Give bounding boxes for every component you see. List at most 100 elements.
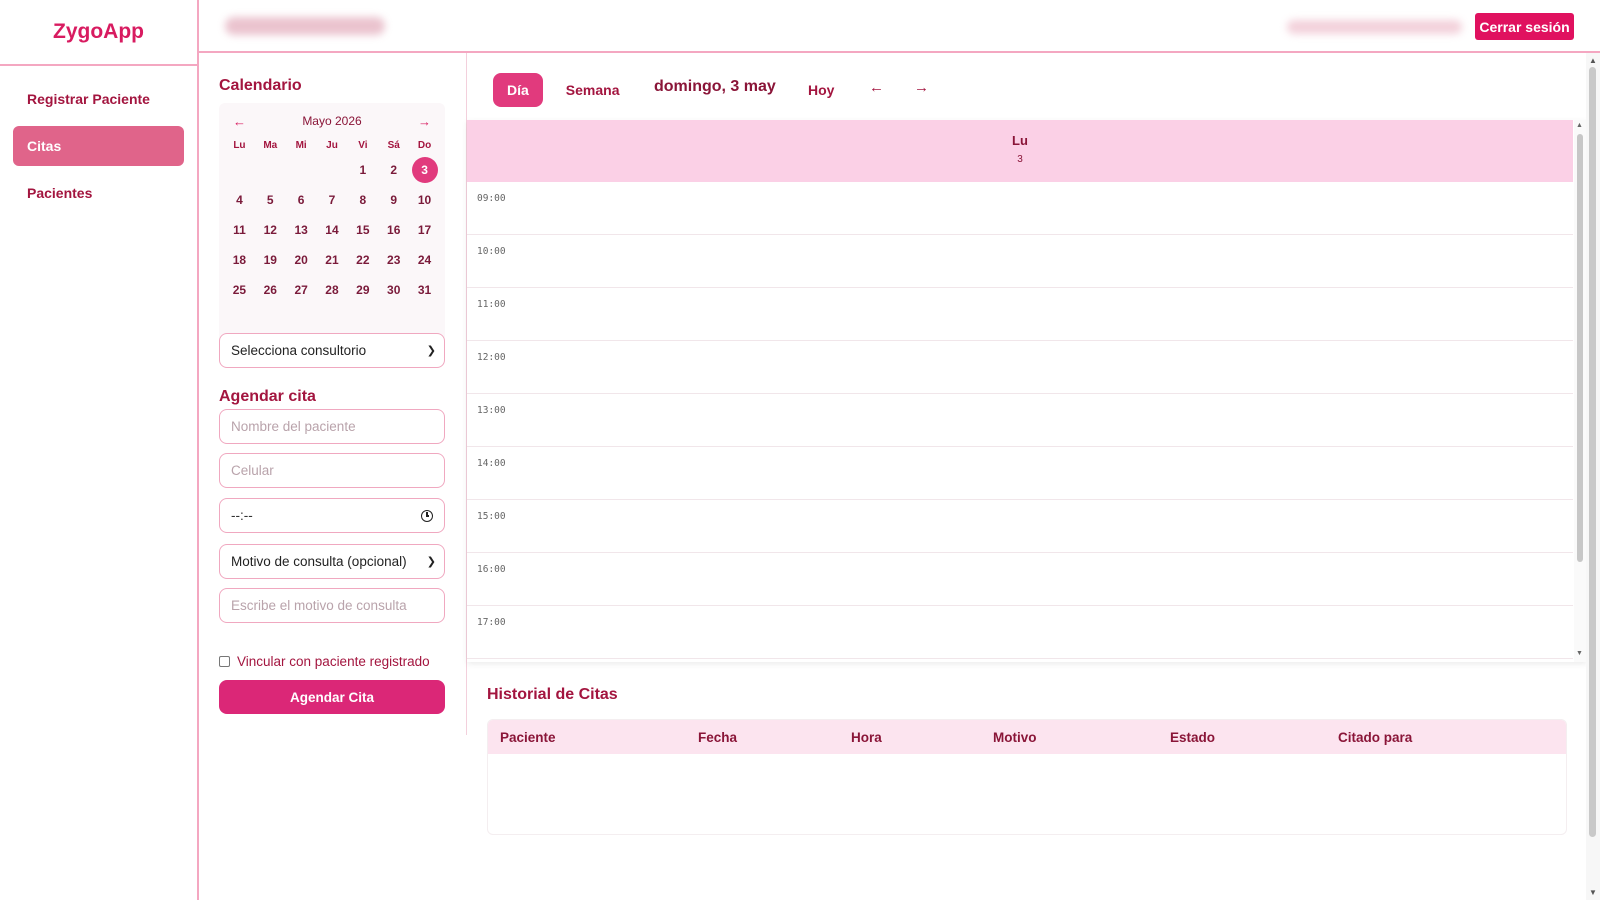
scroll-down-icon[interactable]: ▼ [1576,650,1583,657]
calendar-day[interactable]: 22 [347,245,378,275]
time-input[interactable]: --:-- [219,498,445,533]
calendar-day[interactable]: 5 [255,185,286,215]
motivo-select[interactable]: Motivo de consulta (opcional) ❯ [219,544,445,579]
calendar-day[interactable]: 2 [378,155,409,185]
calendar-day[interactable]: 23 [378,245,409,275]
calendar-day[interactable]: 11 [224,215,255,245]
sidebar-nav: Registrar Paciente Citas Pacientes [0,66,197,213]
time-slot-row[interactable]: 12:00 [467,341,1573,394]
time-slot-row[interactable]: 16:00 [467,553,1573,606]
calendar-day[interactable]: 8 [347,185,378,215]
time-slot-row[interactable]: 14:00 [467,447,1573,500]
calendar-day[interactable]: 29 [347,275,378,305]
calendar-day-number: 10 [417,193,432,207]
time-slot-row[interactable]: 11:00 [467,288,1573,341]
calendar-day[interactable]: 6 [286,185,317,215]
schedule-scrollbar-thumb[interactable] [1577,134,1583,562]
time-slot-label: 11:00 [477,299,506,310]
page-scrollbar-thumb[interactable] [1589,67,1596,837]
calendar-day-number: 16 [387,223,401,237]
calendar-day[interactable]: 15 [347,215,378,245]
calendar-day-number: 12 [263,223,277,237]
calendar-day[interactable]: 9 [378,185,409,215]
logout-button[interactable]: Cerrar sesión [1475,13,1574,40]
calendar-day-number: 3 [411,157,438,183]
page-scroll-up-icon[interactable]: ▲ [1589,56,1597,65]
column-header-citado-para: Citado para [1338,730,1413,745]
tab-dia[interactable]: Día [493,73,543,107]
time-slot-row[interactable]: 10:00 [467,235,1573,288]
agendar-cita-button[interactable]: Agendar Cita [219,680,445,714]
calendar-day-number: 15 [356,223,370,237]
calendar-day-number: 4 [236,193,243,207]
history-title: Historial de Citas [487,686,618,703]
prev-arrow-icon[interactable]: ← [869,79,884,96]
prev-month-arrow-icon[interactable]: ← [233,114,246,129]
link-patient-checkbox[interactable] [219,656,230,667]
next-month-arrow-icon[interactable]: → [418,114,431,129]
calendar-day[interactable]: 1 [347,155,378,185]
empty-day-cell [286,155,317,185]
calendar-day[interactable]: 19 [255,245,286,275]
calendar-day[interactable]: 10 [409,185,440,215]
sidebar-item-registrar-paciente[interactable]: Registrar Paciente [13,79,184,119]
mini-calendar-grid: Lu Ma Mi Ju Vi Sá Do 1 2 3 4 5 6 7 8 9 10 11 12 13 14 15 16 17 1… [224,135,440,305]
page-scrollbar[interactable]: ▲ ▼ [1586,53,1600,900]
scroll-up-icon[interactable]: ▲ [1576,122,1583,129]
calendar-day-number: 31 [417,283,432,297]
calendar-day[interactable]: 12 [255,215,286,245]
column-header-estado: Estado [1170,730,1216,745]
time-slot-row[interactable]: 15:00 [467,500,1573,553]
link-patient-row[interactable]: Vincular con paciente registrado [219,654,430,669]
calendar-day[interactable]: 30 [378,275,409,305]
calendar-day[interactable]: 17 [409,215,440,245]
clock-icon[interactable] [421,509,433,522]
calendar-day[interactable]: 24 [409,245,440,275]
calendar-day-number: 13 [294,223,308,237]
calendar-day[interactable]: 18 [224,245,255,275]
calendar-day[interactable]: 26 [255,275,286,305]
page-scroll-down-icon[interactable]: ▼ [1589,888,1597,897]
time-slot-row[interactable]: 17:00 [467,606,1573,659]
calendar-day-number: 1 [359,163,367,177]
motivo-input[interactable]: Escribe el motivo de consulta [219,588,445,623]
calendar-day[interactable]: 7 [317,185,348,215]
tab-semana[interactable]: Semana [552,73,634,107]
calendar-day[interactable]: 14 [317,215,348,245]
day-column-header: Lu 3 [467,120,1573,182]
calendar-day[interactable]: 16 [378,215,409,245]
time-slot-label: 16:00 [477,564,506,575]
consultorio-select[interactable]: Selecciona consultorio ❯ [219,333,445,368]
calendar-day[interactable]: 4 [224,185,255,215]
sidebar-item-citas[interactable]: Citas [13,126,184,166]
calendar-day-number: 22 [356,253,370,267]
calendar-day[interactable]: 21 [317,245,348,275]
calendar-day-selected[interactable]: 3 [409,155,440,185]
motivo-select-value: Motivo de consulta (opcional) [231,554,407,569]
time-slot-row[interactable]: 13:00 [467,394,1573,447]
next-arrow-icon[interactable]: → [914,79,929,96]
calendar-day[interactable]: 28 [317,275,348,305]
chevron-down-icon: ❯ [426,345,436,357]
calendar-day-number: 24 [417,253,432,267]
calendar-day[interactable]: 13 [286,215,317,245]
time-slot-row[interactable]: 09:00 [467,182,1573,235]
consultorio-select-value: Selecciona consultorio [231,343,367,358]
calendar-day-number: 20 [294,253,308,267]
sidebar-item-pacientes[interactable]: Pacientes [13,173,184,213]
calendar-day[interactable]: 20 [286,245,317,275]
calendar-title: Calendario [219,77,302,94]
calendar-day-number: 25 [232,283,247,297]
time-slot-label: 14:00 [477,458,506,469]
phone-input[interactable]: Celular [219,453,445,488]
patient-name-input[interactable]: Nombre del paciente [219,409,445,444]
weekday-label: Vi [358,139,368,151]
chevron-down-icon: ❯ [426,556,436,568]
calendar-day[interactable]: 31 [409,275,440,305]
calendar-day[interactable]: 25 [224,275,255,305]
calendar-day[interactable]: 27 [286,275,317,305]
weekday-label: Ju [326,139,338,151]
today-button[interactable]: Hoy [808,82,834,98]
calendar-day-number: 23 [387,253,401,267]
day-column-name: Lu [1012,133,1028,148]
